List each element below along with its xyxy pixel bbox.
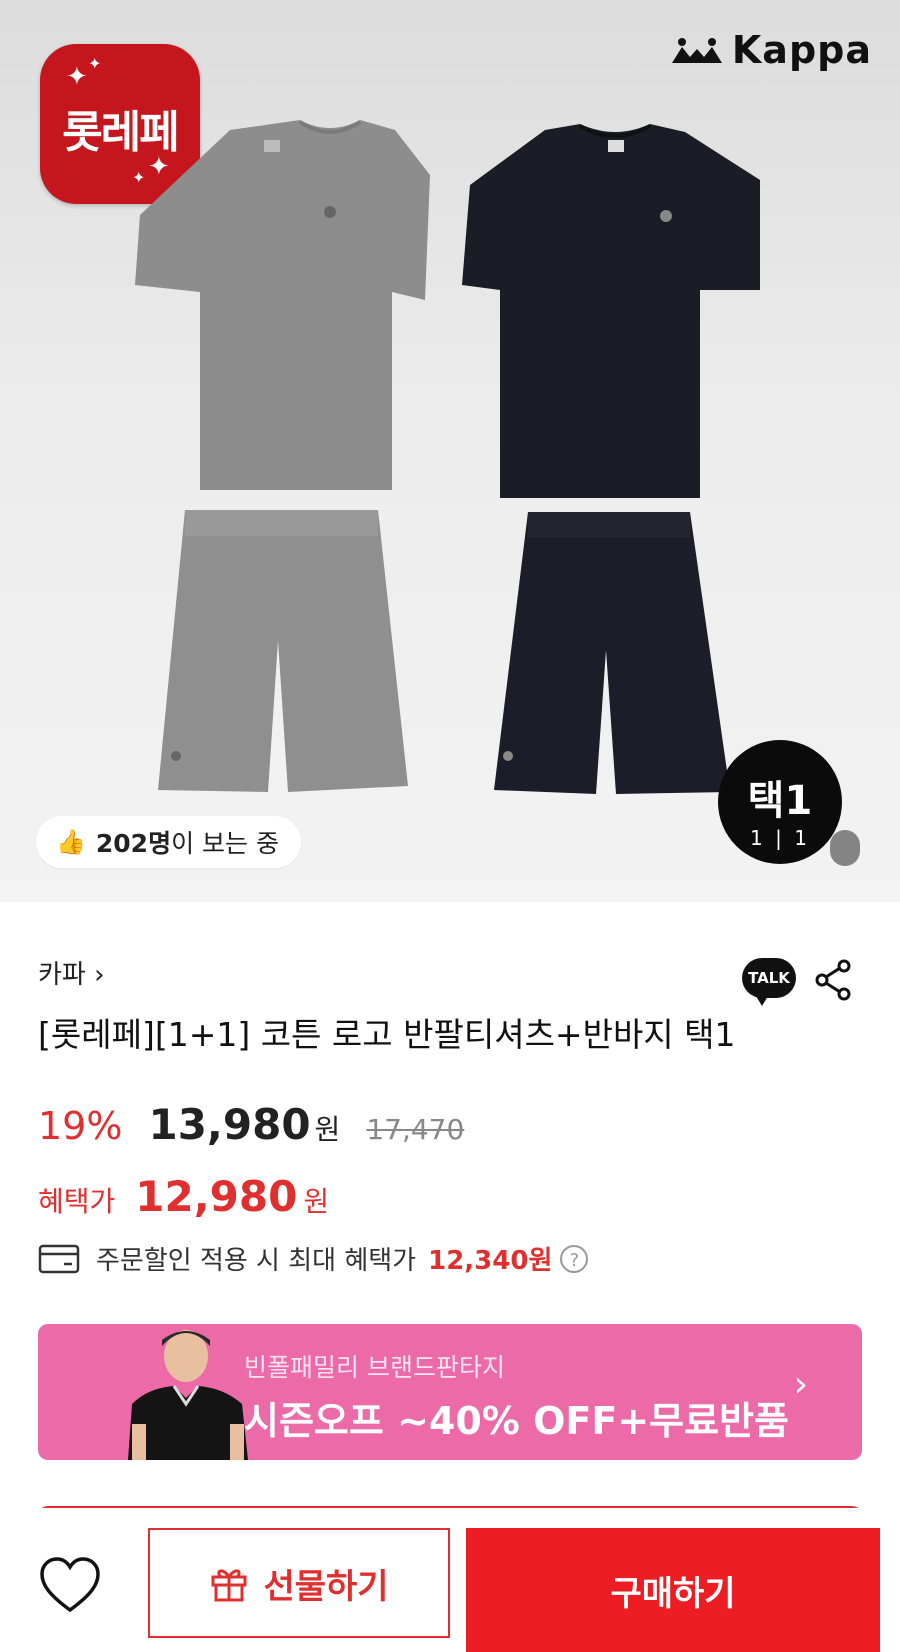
max-benefit-price: 12,340원 bbox=[428, 1246, 553, 1276]
discount-rate: 19% bbox=[38, 1104, 123, 1148]
price-currency: 원 bbox=[314, 1113, 341, 1146]
gift-icon bbox=[211, 1569, 247, 1602]
banner-subtitle: 빈폴패밀리 브랜드판타지 bbox=[244, 1353, 505, 1382]
benefit-label: 혜택가 bbox=[38, 1185, 116, 1218]
chevron-right-icon: › bbox=[793, 1364, 808, 1405]
original-price: 17,470 bbox=[366, 1113, 465, 1146]
gift-button[interactable]: 선물하기 bbox=[148, 1528, 450, 1638]
viewers-count: 202명 bbox=[95, 829, 172, 858]
price-row: 19% 13,980 원 17,470 bbox=[38, 1100, 464, 1149]
help-icon[interactable]: ? bbox=[560, 1244, 589, 1273]
benefit-price-row: 혜택가 12,980 원 bbox=[38, 1172, 329, 1221]
max-benefit-row[interactable]: 주문할인 적용 시 최대 혜택가 12,340원 ? bbox=[38, 1240, 589, 1277]
benefit-currency: 원 bbox=[303, 1185, 330, 1218]
brand-link[interactable]: 카파 › bbox=[38, 954, 105, 991]
promo-banner[interactable]: 빈폴패밀리 브랜드판타지 시즌오프 ~40% OFF+무료반품 › bbox=[38, 1324, 862, 1460]
banner-title: 시즌오프 ~40% OFF+무료반품 bbox=[244, 1399, 789, 1443]
sale-price: 13,980 bbox=[148, 1100, 311, 1149]
option-tag-circle: 택1 1 | 1 bbox=[718, 740, 842, 864]
viewers-pill: 👍 202명 이 보는 중 bbox=[36, 816, 301, 868]
carousel-pager: 1 | 1 bbox=[750, 826, 810, 850]
thumbs-up-icon: 👍 bbox=[56, 828, 86, 856]
product-title: [롯레페][1+1] 코튼 로고 반팔티셔츠+반바지 택1 bbox=[38, 1015, 736, 1054]
product-image-carousel[interactable]: Kappa ✦ ✦ ✦ ✦ 롯레페 👍 202명 이 보는 중 택1 1 | 1 bbox=[0, 0, 900, 902]
benefit-price: 12,980 bbox=[135, 1172, 298, 1221]
share-icon[interactable] bbox=[814, 958, 854, 1002]
option-tag-title: 택1 bbox=[747, 778, 813, 824]
buy-button[interactable]: 구매하기 bbox=[466, 1528, 880, 1652]
talk-chat-button[interactable]: TALK bbox=[742, 958, 796, 1006]
credit-card-icon bbox=[38, 1244, 80, 1273]
wishlist-heart-icon[interactable] bbox=[38, 1556, 102, 1616]
gift-button-label: 선물하기 bbox=[263, 1566, 389, 1607]
max-benefit-text: 주문할인 적용 시 최대 혜택가 bbox=[96, 1246, 417, 1276]
viewers-suffix: 이 보는 중 bbox=[171, 829, 279, 858]
